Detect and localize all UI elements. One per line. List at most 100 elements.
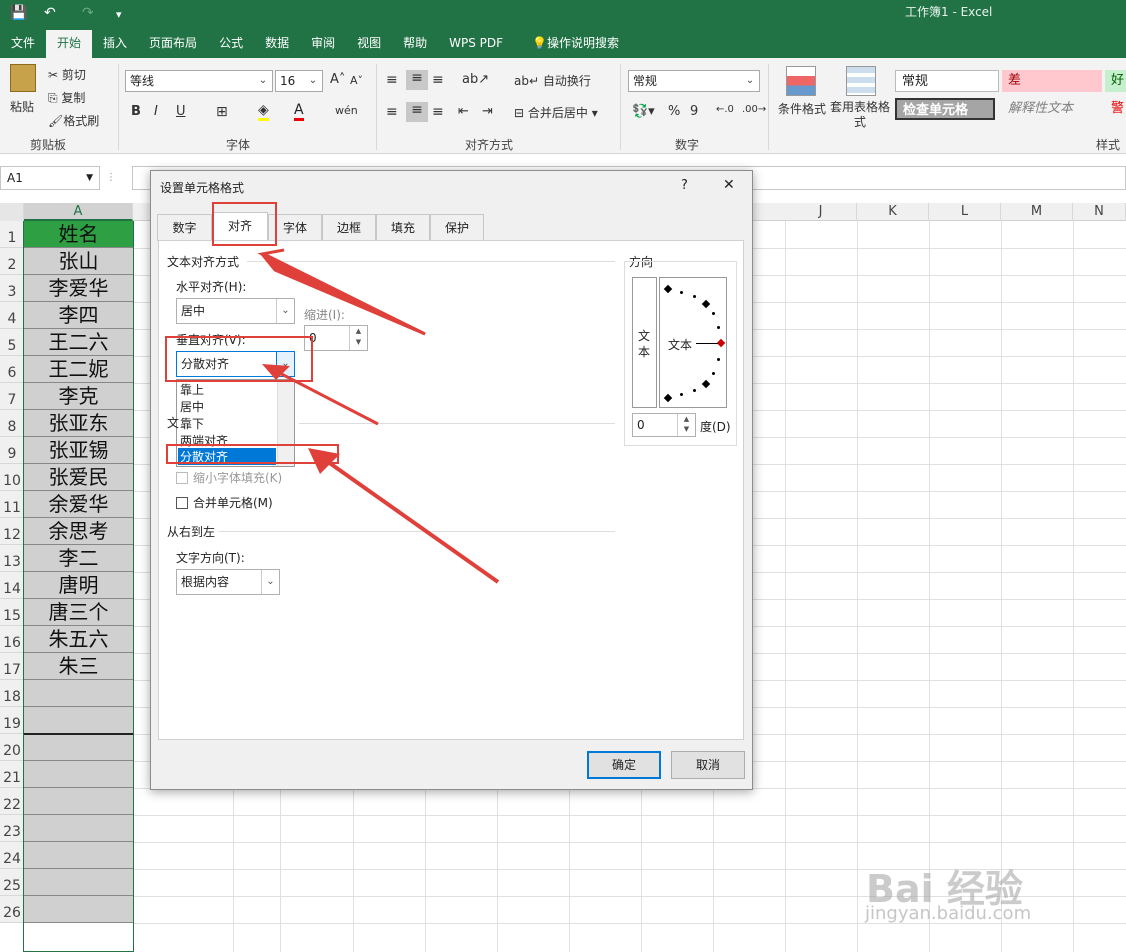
row-header[interactable]: 1: [0, 221, 24, 248]
row-header[interactable]: 15: [0, 599, 24, 626]
tab-wps-pdf[interactable]: WPS PDF: [438, 30, 514, 58]
grow-font-icon[interactable]: A˄: [330, 72, 345, 87]
style-explanatory[interactable]: 解释性文本: [1002, 98, 1102, 120]
row-header[interactable]: 3: [0, 275, 24, 302]
border-icon[interactable]: ⊞: [216, 104, 228, 120]
tab-review[interactable]: 审阅: [300, 30, 346, 58]
table-format-icon[interactable]: [846, 66, 876, 96]
row-header[interactable]: 6: [0, 356, 24, 383]
merge-cells-checkbox[interactable]: 合并单元格(M): [176, 494, 273, 511]
underline-button[interactable]: U: [176, 104, 186, 119]
select-all-corner[interactable]: [0, 203, 24, 221]
row-header[interactable]: 4: [0, 302, 24, 329]
conditional-format-icon[interactable]: [786, 66, 816, 96]
tab-border[interactable]: 边框: [322, 214, 376, 241]
row-header[interactable]: 5: [0, 329, 24, 356]
font-name-combo[interactable]: 等线 ⌄: [125, 70, 273, 92]
currency-icon[interactable]: 💱▾: [632, 104, 655, 119]
column-header-l[interactable]: L: [929, 203, 1001, 221]
tab-data[interactable]: 数据: [254, 30, 300, 58]
format-painter-button[interactable]: 🖌格式刷: [48, 112, 99, 129]
copy-button[interactable]: ⎘ 复制: [48, 89, 85, 106]
row-header[interactable]: 9: [0, 437, 24, 464]
column-header-n[interactable]: N: [1073, 203, 1126, 221]
row-header[interactable]: 26: [0, 896, 24, 923]
tab-number[interactable]: 数字: [157, 214, 212, 241]
vertical-text-box[interactable]: 文本: [632, 277, 657, 408]
decrease-indent-icon[interactable]: ⇤: [458, 104, 469, 119]
italic-button[interactable]: I: [154, 104, 158, 119]
resize-handle-icon[interactable]: ⋮: [106, 172, 116, 183]
row-header[interactable]: 19: [0, 707, 24, 734]
increase-decimal-icon[interactable]: ←.0: [716, 104, 734, 115]
name-box[interactable]: A1 ▼: [0, 166, 100, 190]
redo-icon[interactable]: ↷: [82, 5, 94, 21]
shrink-to-fit-checkbox[interactable]: 缩小字体填充(K): [176, 469, 282, 486]
font-size-combo[interactable]: 16 ⌄: [275, 70, 323, 92]
phonetic-icon[interactable]: wén: [335, 104, 358, 117]
style-bad[interactable]: 差: [1002, 70, 1102, 92]
paste-button[interactable]: 粘贴: [10, 98, 34, 115]
tab-page-layout[interactable]: 页面布局: [138, 30, 208, 58]
help-button[interactable]: ?: [681, 178, 688, 193]
paste-icon[interactable]: [10, 64, 36, 92]
tab-home[interactable]: 开始: [46, 30, 93, 58]
ok-button[interactable]: 确定: [587, 751, 661, 779]
row-header[interactable]: 16: [0, 626, 24, 653]
row-header[interactable]: 13: [0, 545, 24, 572]
row-header[interactable]: 24: [0, 842, 24, 869]
row-header[interactable]: 11: [0, 491, 24, 518]
indent-spinner[interactable]: 0 ▲ ▼: [304, 325, 368, 351]
align-right-icon[interactable]: ≡: [432, 104, 444, 120]
style-good[interactable]: 好: [1105, 70, 1126, 92]
tab-file[interactable]: 文件: [0, 30, 46, 58]
text-direction-select[interactable]: 根据内容 ⌄: [176, 569, 280, 595]
row-header[interactable]: 8: [0, 410, 24, 437]
row-header[interactable]: 22: [0, 788, 24, 815]
degree-spinner[interactable]: 0 ▲ ▼: [632, 413, 696, 437]
row-header[interactable]: 12: [0, 518, 24, 545]
option-top[interactable]: 靠上: [180, 381, 204, 398]
fill-color-icon[interactable]: ◈: [258, 102, 269, 121]
horizontal-align-select[interactable]: 居中 ⌄: [176, 298, 295, 324]
row-header[interactable]: 23: [0, 815, 24, 842]
orientation-dial[interactable]: 文本: [659, 277, 727, 408]
option-center[interactable]: 居中: [180, 398, 204, 415]
cancel-button[interactable]: 取消: [671, 751, 745, 779]
font-color-icon[interactable]: A: [294, 102, 304, 121]
row-header[interactable]: 7: [0, 383, 24, 410]
align-top-icon[interactable]: ≡: [386, 72, 398, 88]
dial-pointer[interactable]: [716, 338, 726, 348]
style-check-cell[interactable]: 检查单元格: [895, 98, 995, 120]
conditional-format-button[interactable]: 条件格式: [778, 100, 826, 117]
tab-protection[interactable]: 保护: [430, 214, 484, 241]
align-left-icon[interactable]: ≡: [386, 104, 398, 120]
column-header-m[interactable]: M: [1001, 203, 1073, 221]
style-warning[interactable]: 警: [1105, 98, 1126, 120]
column-header-a[interactable]: A: [24, 203, 133, 221]
bold-button[interactable]: B: [131, 104, 141, 119]
column-header-k[interactable]: K: [857, 203, 929, 221]
column-header-j[interactable]: J: [785, 203, 857, 221]
decrease-decimal-icon[interactable]: .00→: [742, 104, 766, 115]
tab-formulas[interactable]: 公式: [208, 30, 254, 58]
spinner-arrows-icon[interactable]: ▲ ▼: [349, 326, 367, 350]
close-icon[interactable]: ✕: [723, 177, 735, 193]
row-header[interactable]: 14: [0, 572, 24, 599]
tab-tell-me[interactable]: 💡操作说明搜索: [514, 30, 630, 58]
row-header[interactable]: 10: [0, 464, 24, 491]
tab-help[interactable]: 帮助: [392, 30, 438, 58]
align-center-icon[interactable]: ≡: [406, 102, 428, 122]
merge-center-button[interactable]: ⊟ 合并后居中 ▾: [514, 104, 598, 121]
table-format-button[interactable]: 套用表格格式: [830, 100, 890, 130]
option-bottom[interactable]: 靠下: [180, 415, 204, 432]
tab-fill[interactable]: 填充: [376, 214, 430, 241]
row-header[interactable]: 21: [0, 761, 24, 788]
spinner-arrows-icon[interactable]: ▲ ▼: [677, 414, 695, 436]
shrink-font-icon[interactable]: A˅: [350, 74, 363, 87]
number-format-combo[interactable]: 常规 ⌄: [628, 70, 760, 92]
cut-button[interactable]: ✂ 剪切: [48, 66, 86, 83]
percent-button[interactable]: %: [668, 104, 680, 119]
orientation-icon[interactable]: ab↗: [462, 72, 489, 87]
comma-button[interactable]: 9: [690, 104, 698, 119]
